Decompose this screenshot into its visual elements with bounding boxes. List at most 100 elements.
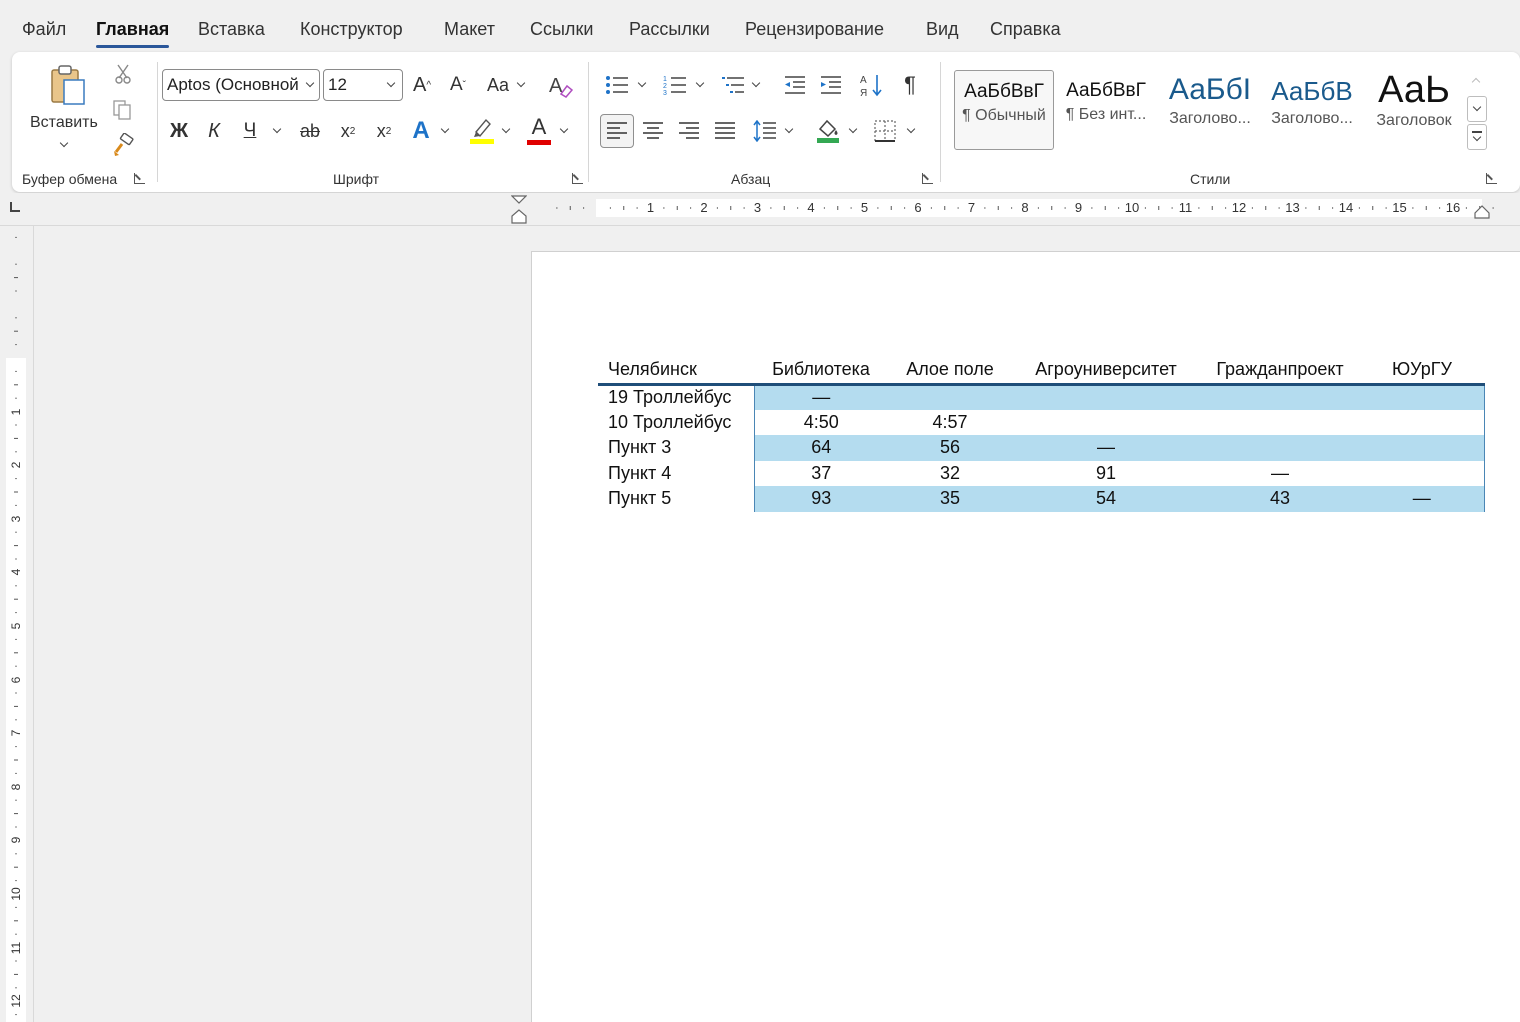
bullets-chevron-down-icon[interactable] <box>637 78 647 88</box>
table-cell[interactable]: Пункт 4 <box>598 460 755 486</box>
table-header-cell[interactable]: Агроуниверситет <box>1012 356 1200 384</box>
gallery-up-icon[interactable] <box>1467 68 1487 94</box>
highlight-chevron-down-icon[interactable] <box>501 124 511 134</box>
gallery-down-icon[interactable] <box>1467 96 1487 122</box>
borders-icon[interactable] <box>870 116 900 146</box>
multilevel-list-icon[interactable] <box>718 70 748 100</box>
text-effects-icon[interactable]: A <box>406 115 436 147</box>
table-cell[interactable] <box>1360 460 1485 486</box>
borders-chevron-down-icon[interactable] <box>906 124 916 134</box>
tab-home[interactable]: Главная <box>96 19 170 48</box>
cut-icon[interactable] <box>112 62 134 86</box>
increase-indent-icon[interactable] <box>816 70 846 100</box>
table-cell[interactable]: Пункт 5 <box>598 486 755 512</box>
table-header-cell[interactable]: ЮУрГУ <box>1360 356 1484 384</box>
font-name-combo[interactable]: Aptos (Основной <box>162 69 320 101</box>
tab-design[interactable]: Конструктор <box>300 19 403 40</box>
font-color-icon[interactable]: A <box>524 114 554 146</box>
table-cell[interactable] <box>1012 410 1200 436</box>
paste-icon[interactable] <box>46 62 90 110</box>
align-right-button[interactable] <box>674 116 704 146</box>
font-size-chevron-down-icon[interactable] <box>386 78 396 88</box>
table-cell[interactable] <box>1012 384 1200 410</box>
table-cell[interactable]: 4:50 <box>754 410 888 436</box>
style-heading-1[interactable]: АаБбI Заголово... <box>1160 70 1260 150</box>
table-cell[interactable]: 43 <box>1200 486 1360 512</box>
numbering-icon[interactable]: 123 <box>660 70 690 100</box>
table-header-cell[interactable]: Алое поле <box>888 356 1012 384</box>
show-formatting-icon[interactable]: ¶ <box>896 70 924 100</box>
table-header-cell[interactable]: Челябинск <box>598 356 754 384</box>
line-spacing-chevron-down-icon[interactable] <box>784 124 794 134</box>
table-cell[interactable]: 56 <box>888 435 1012 461</box>
paste-button[interactable]: Вставить <box>30 114 98 132</box>
table-cell[interactable]: 91 <box>1012 461 1200 487</box>
table-cell[interactable] <box>1200 410 1360 436</box>
table-cell[interactable]: 10 Троллейбус <box>598 409 755 435</box>
line-spacing-icon[interactable] <box>750 116 780 146</box>
justify-button[interactable] <box>710 116 740 146</box>
sort-icon[interactable]: АЯ <box>856 70 886 100</box>
tab-layout[interactable]: Макет <box>444 19 495 40</box>
table-cell[interactable] <box>1200 435 1360 461</box>
shading-icon[interactable] <box>812 114 844 146</box>
font-name-chevron-down-icon[interactable] <box>305 78 315 88</box>
tab-mailings[interactable]: Рассылки <box>629 19 710 40</box>
format-painter-icon[interactable] <box>110 132 136 158</box>
copy-icon[interactable] <box>110 98 134 122</box>
grow-font-icon[interactable]: A ^ <box>408 70 436 100</box>
style-title[interactable]: АаЬ Заголовок <box>1364 70 1464 150</box>
table-cell[interactable]: 35 <box>888 486 1012 512</box>
table-header-cell[interactable]: Библиотека <box>754 356 888 384</box>
table-cell[interactable]: 54 <box>1012 486 1200 512</box>
numbering-chevron-down-icon[interactable] <box>695 78 705 88</box>
tab-view[interactable]: Вид <box>926 19 959 40</box>
table-cell[interactable]: 64 <box>754 435 888 461</box>
tab-file[interactable]: Файл <box>22 19 66 40</box>
indent-marker-icon[interactable] <box>511 194 527 224</box>
shrink-font-icon[interactable]: Aˇ <box>444 70 472 100</box>
superscript-button[interactable]: x2 <box>370 116 398 146</box>
table-cell[interactable]: 32 <box>888 461 1012 487</box>
change-case-chevron-down-icon[interactable] <box>516 78 526 88</box>
italic-button[interactable]: К <box>200 116 228 146</box>
font-color-chevron-down-icon[interactable] <box>559 124 569 134</box>
bold-button[interactable]: Ж <box>164 116 194 146</box>
multilevel-chevron-down-icon[interactable] <box>751 78 761 88</box>
table-cell[interactable] <box>1200 384 1360 410</box>
tab-review[interactable]: Рецензирование <box>745 19 884 40</box>
table-cell[interactable] <box>888 384 1012 410</box>
table-cell[interactable]: 4:57 <box>888 410 1012 436</box>
table-cell[interactable]: 93 <box>754 486 888 512</box>
clipboard-launcher-icon[interactable] <box>134 173 145 184</box>
tab-references[interactable]: Ссылки <box>530 19 593 40</box>
clear-formatting-icon[interactable]: A <box>545 70 575 100</box>
underline-chevron-down-icon[interactable] <box>272 124 282 134</box>
horizontal-ruler[interactable]: 1 2 3 4 5 6 7 8 9 10 11 12 13 14 15 16 <box>0 193 1520 226</box>
highlight-icon[interactable] <box>466 114 498 146</box>
table-cell[interactable]: — <box>1200 461 1360 487</box>
tab-insert[interactable]: Вставка <box>198 19 265 40</box>
schedule-table[interactable]: Челябинск Библиотека Алое поле Агроуниве… <box>598 356 1485 512</box>
gallery-more-icon[interactable] <box>1467 124 1487 150</box>
table-header-cell[interactable]: Гражданпроект <box>1200 356 1360 384</box>
font-size-combo[interactable]: 12 <box>323 69 403 101</box>
style-no-spacing[interactable]: АаБбВвГ ¶ Без инт... <box>1056 70 1156 150</box>
table-cell[interactable] <box>1360 409 1485 435</box>
change-case-icon[interactable]: Aa <box>482 70 514 100</box>
paste-chevron-down-icon[interactable] <box>59 138 69 148</box>
style-normal[interactable]: АаБбВвГ ¶ Обычный <box>954 70 1054 150</box>
decrease-indent-icon[interactable] <box>780 70 810 100</box>
table-cell[interactable] <box>1360 384 1485 410</box>
align-left-button[interactable] <box>600 114 634 148</box>
paragraph-launcher-icon[interactable] <box>922 173 933 184</box>
table-cell[interactable]: — <box>754 384 888 410</box>
table-cell[interactable]: Пункт 3 <box>598 435 755 461</box>
table-cell[interactable]: — <box>1360 486 1485 512</box>
table-cell[interactable]: 19 Троллейбус <box>598 384 755 410</box>
subscript-button[interactable]: x2 <box>334 116 362 146</box>
font-launcher-icon[interactable] <box>572 173 583 184</box>
styles-launcher-icon[interactable] <box>1486 173 1497 184</box>
text-effects-chevron-down-icon[interactable] <box>440 124 450 134</box>
right-indent-marker-icon[interactable] <box>1474 205 1490 219</box>
